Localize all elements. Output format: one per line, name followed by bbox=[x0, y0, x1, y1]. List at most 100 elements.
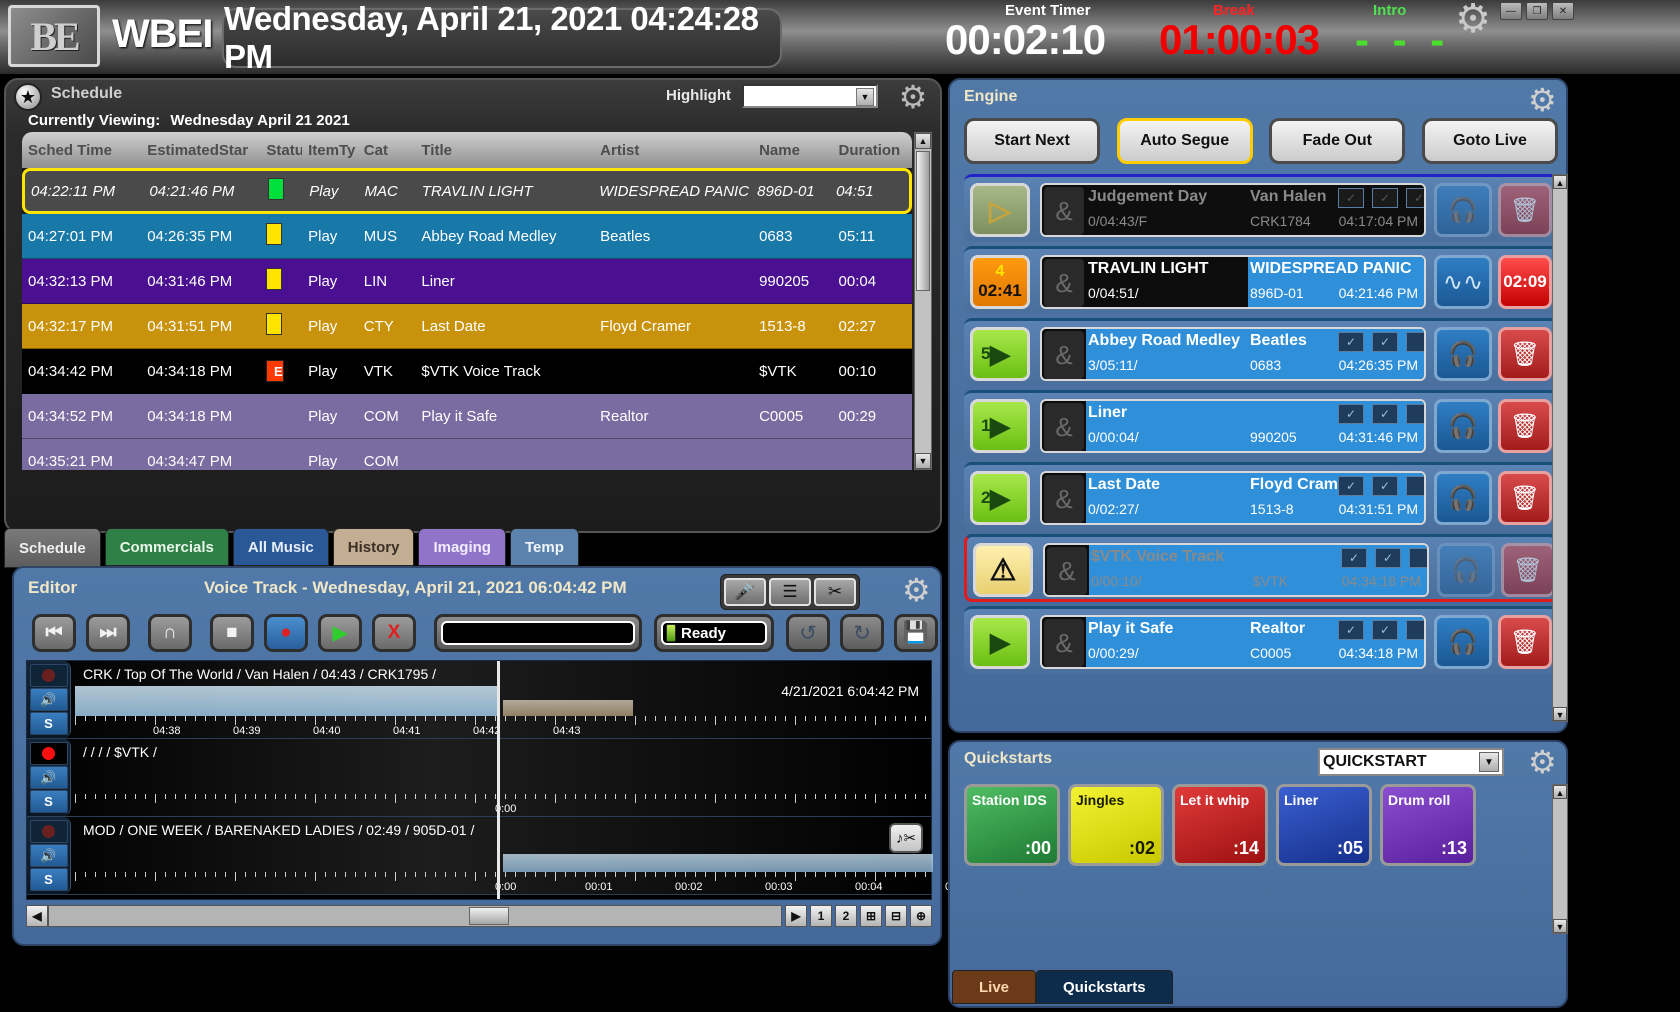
close-button[interactable]: ✕ bbox=[1552, 2, 1574, 20]
headphone-icon[interactable]: 🎧 bbox=[1434, 399, 1492, 453]
deck-flag-checkbox[interactable]: ✓ bbox=[1341, 548, 1367, 568]
deck-flag-checkbox[interactable]: ✓ bbox=[1372, 404, 1398, 424]
chevron-down-icon[interactable]: ▼ bbox=[1553, 707, 1567, 721]
speaker-icon[interactable]: 🔊 bbox=[29, 844, 68, 867]
deck-info[interactable]: & Liner 0/00:04/990205 04:31:46 PM ✓ ✓ bbox=[1040, 399, 1426, 453]
engine-deck[interactable]: ▶ 2 & Last Date 0/02:27/Floyd Cramer 1513-8 04… bbox=[964, 462, 1558, 530]
maximize-button[interactable]: ❐ bbox=[1526, 2, 1548, 20]
engine-deck[interactable]: ▶ 5 & Abbey Road Medley 3/05:11/Beatles 0683 0… bbox=[964, 318, 1558, 386]
record-icon[interactable] bbox=[29, 742, 68, 765]
headphone-icon[interactable]: 🎧 bbox=[1434, 327, 1492, 381]
table-row[interactable]: 04:27:01 PM 04:26:35 PM Play MUS Abbey Road … bbox=[22, 214, 912, 259]
goto-live-button[interactable]: Goto Live bbox=[1421, 118, 1558, 164]
deck-info[interactable]: & $VTK Voice Track 0/00:10/ $VTK 04:34:18 PM… bbox=[1043, 543, 1429, 597]
deck-state-button[interactable]: ▷ bbox=[970, 183, 1030, 237]
headphone-icon[interactable]: 🎧 bbox=[1434, 471, 1492, 525]
chevron-up-icon[interactable]: ▲ bbox=[1553, 785, 1567, 799]
delete-icon[interactable]: 🗑 bbox=[1498, 615, 1552, 669]
table-row[interactable]: 04:22:11 PM 04:21:46 PM Play MAC TRAVLIN LIG… bbox=[22, 168, 912, 214]
deck-countdown-badge[interactable]: 02:09 bbox=[1498, 255, 1552, 309]
zoom-out-button[interactable]: ⊟ bbox=[885, 905, 907, 927]
undo-icon[interactable]: ↺ bbox=[786, 614, 830, 652]
engine-deck[interactable]: ⚠ & $VTK Voice Track 0/00:10/ $VTK 04:34:18 P… bbox=[964, 534, 1558, 602]
table-row[interactable]: 04:34:52 PM 04:34:18 PM Play COM Play it Saf… bbox=[22, 394, 912, 439]
tab-quickstarts[interactable]: Quickstarts bbox=[1036, 970, 1173, 1004]
tab-live[interactable]: Live bbox=[952, 970, 1037, 1004]
tab-commercials[interactable]: Commercials bbox=[104, 528, 229, 566]
play-button[interactable]: ▶ bbox=[318, 614, 362, 652]
hscroll-thumb[interactable] bbox=[469, 907, 509, 925]
deck-flag-checkbox[interactable]: ✓ bbox=[1338, 404, 1364, 424]
table-row[interactable]: 04:32:13 PM 04:31:46 PM Play LIN Liner 990205… bbox=[22, 259, 912, 304]
chevron-down-icon[interactable]: ▼ bbox=[1553, 919, 1567, 933]
stop-button[interactable]: ■ bbox=[210, 614, 254, 652]
headphone-icon[interactable]: 🎧 bbox=[1434, 183, 1492, 237]
deck-flag-checkbox[interactable]: ✓ bbox=[1372, 620, 1398, 640]
skip-to-start-button[interactable]: ⏮ bbox=[32, 614, 76, 652]
delete-icon[interactable]: 🗑 bbox=[1498, 399, 1552, 453]
waveform-icon[interactable]: ∿∿ bbox=[1434, 255, 1492, 309]
zoom-preset-2-button[interactable]: 2 bbox=[835, 905, 857, 927]
column-header[interactable]: Title bbox=[415, 142, 594, 159]
tab-schedule[interactable]: Schedule bbox=[4, 528, 101, 568]
quickstart-button[interactable]: Liner:05 bbox=[1276, 784, 1372, 866]
auto-segue-button[interactable]: Auto Segue bbox=[1116, 118, 1253, 164]
editor-hscrollbar[interactable] bbox=[48, 905, 782, 927]
deck-flag-checkbox[interactable]: ✓ bbox=[1338, 188, 1364, 208]
schedule-gear-icon[interactable]: ⚙ bbox=[898, 81, 928, 113]
headphone-icon[interactable]: 🎧 bbox=[1434, 615, 1492, 669]
engine-deck[interactable]: ▶ & Play it Safe 0/00:29/Realtor C0005 04:34:… bbox=[964, 606, 1558, 674]
engine-scrollbar[interactable]: ▲ ▼ bbox=[1552, 174, 1568, 722]
column-header[interactable]: Duration bbox=[833, 142, 912, 159]
tab-temp[interactable]: Temp bbox=[509, 528, 579, 566]
zoom-fit-button[interactable]: ⊕ bbox=[910, 905, 932, 927]
speaker-icon[interactable]: 🔊 bbox=[29, 688, 68, 711]
table-row[interactable]: 04:35:21 PM 04:34:47 PM Play COM bbox=[22, 439, 912, 470]
deck-flag-checkbox[interactable]: ✓ bbox=[1372, 188, 1398, 208]
save-icon[interactable]: 💾 bbox=[894, 614, 938, 652]
deck-flag-checkbox[interactable]: ✓ bbox=[1338, 620, 1364, 640]
engine-deck[interactable]: ▷ & Judgement Day 0/04:43/F Van Halen CRK1784… bbox=[964, 174, 1558, 242]
deck-flag-checkbox[interactable]: ✓ bbox=[1372, 476, 1398, 496]
column-header[interactable]: Cat bbox=[358, 142, 416, 159]
deck-info[interactable]: & Play it Safe 0/00:29/Realtor C0005 04:34:1… bbox=[1040, 615, 1426, 669]
quickstarts-scrollbar[interactable]: ▲ ▼ bbox=[1552, 784, 1568, 934]
scroll-left-icon[interactable]: ◀ bbox=[26, 905, 48, 927]
skip-to-end-button[interactable]: ⏭ bbox=[86, 614, 130, 652]
tab-all-music[interactable]: All Music bbox=[232, 528, 329, 566]
star-icon[interactable]: ★ bbox=[14, 83, 42, 111]
delete-icon[interactable]: 🗑 bbox=[1498, 183, 1552, 237]
tab-history[interactable]: History bbox=[332, 528, 415, 566]
deck-state-button[interactable]: ▶ 5 bbox=[970, 327, 1030, 381]
deck-state-button[interactable]: ⚠ bbox=[973, 543, 1033, 597]
microphone-icon[interactable]: 🎤 bbox=[724, 578, 766, 606]
zoom-in-button[interactable]: ⊞ bbox=[860, 905, 882, 927]
deck-info[interactable]: & Abbey Road Medley 3/05:11/Beatles 0683 04:… bbox=[1040, 327, 1426, 381]
editor-track[interactable]: 🔊 S MOD / ONE WEEK / BARENAKED LADIES / 02… bbox=[27, 817, 966, 895]
solo-button[interactable]: S bbox=[29, 868, 68, 891]
deck-info[interactable]: & Judgement Day 0/04:43/F Van Halen CRK1784 0… bbox=[1040, 183, 1426, 237]
highlight-select[interactable]: ▼ bbox=[742, 84, 878, 108]
deck-flag-checkbox[interactable]: ✓ bbox=[1406, 188, 1424, 208]
solo-button[interactable]: S bbox=[29, 712, 68, 735]
chevron-up-icon[interactable]: ▲ bbox=[1553, 175, 1567, 189]
deck-state-button[interactable]: ▶ bbox=[970, 615, 1030, 669]
solo-button[interactable]: S bbox=[29, 790, 68, 813]
quickstart-button[interactable]: Station IDS:00 bbox=[964, 784, 1060, 866]
quickstart-button[interactable]: Let it whip:14 bbox=[1172, 784, 1268, 866]
deck-flag-checkbox[interactable] bbox=[1406, 476, 1424, 496]
deck-flag-checkbox[interactable]: ✓ bbox=[1375, 548, 1401, 568]
engine-gear-icon[interactable]: ⚙ bbox=[1528, 84, 1557, 116]
deck-flag-checkbox[interactable]: ✓ bbox=[1338, 476, 1364, 496]
scroll-right-icon[interactable]: ▶ bbox=[785, 905, 807, 927]
column-header[interactable]: EstimatedStar bbox=[141, 142, 260, 159]
playhead[interactable] bbox=[497, 661, 500, 899]
quickstart-button[interactable]: Drum roll:13 bbox=[1380, 784, 1476, 866]
deck-state-button[interactable]: ▶ 2 bbox=[970, 471, 1030, 525]
deck-state-button[interactable]: ▶ 1 bbox=[970, 399, 1030, 453]
start-next-button[interactable]: Start Next bbox=[964, 118, 1100, 164]
delete-icon[interactable]: 🗑 bbox=[1498, 327, 1552, 381]
headphone-monitor-button[interactable]: ∩ bbox=[148, 614, 192, 652]
redo-icon[interactable]: ↻ bbox=[840, 614, 884, 652]
cancel-button[interactable]: X bbox=[372, 614, 416, 652]
